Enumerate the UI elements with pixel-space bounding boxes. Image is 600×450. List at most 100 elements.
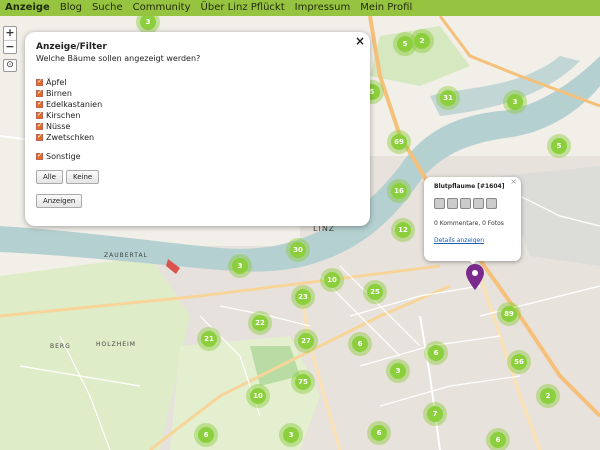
nav-blog[interactable]: Blog xyxy=(55,0,87,16)
checkbox-checked-icon[interactable] xyxy=(36,99,43,108)
option-label: Kirschen xyxy=(46,111,81,120)
select-all-button[interactable]: Alle xyxy=(36,170,63,184)
tree-cluster[interactable]: 31 xyxy=(436,86,460,110)
tree-cluster[interactable]: 23 xyxy=(291,285,315,309)
cluster-count: 89 xyxy=(501,306,517,322)
tree-cluster[interactable]: 5 xyxy=(547,134,571,158)
checkbox-checked-icon[interactable] xyxy=(36,151,43,160)
filter-title: Anzeige/Filter xyxy=(36,42,107,52)
tree-cluster[interactable]: 3 xyxy=(503,90,527,114)
cluster-count: 21 xyxy=(201,331,217,347)
close-icon[interactable]: × xyxy=(355,34,365,48)
select-button-row: Alle Keine xyxy=(36,170,359,184)
cluster-count: 2 xyxy=(540,388,556,404)
option-label: Äpfel xyxy=(46,78,67,87)
select-none-button[interactable]: Keine xyxy=(66,170,100,184)
cluster-count: 27 xyxy=(298,333,314,349)
close-icon[interactable]: × xyxy=(510,177,517,186)
basket-icon[interactable] xyxy=(473,198,484,209)
cluster-count: 23 xyxy=(295,289,311,305)
nav-suche[interactable]: Suche xyxy=(87,0,128,16)
filter-option-nuesse[interactable]: Nüsse xyxy=(36,121,359,132)
rating-stars[interactable] xyxy=(434,198,511,209)
crosshair-icon[interactable]: ⊙ xyxy=(3,59,17,72)
tree-cluster[interactable]: 69 xyxy=(387,130,411,154)
filter-option-sonstige[interactable]: Sonstige xyxy=(36,151,359,162)
cluster-count: 6 xyxy=(198,427,214,443)
tree-cluster[interactable]: 56 xyxy=(507,350,531,374)
tree-cluster[interactable]: 3 xyxy=(279,423,303,447)
tree-popup: × Blutpflaume [#1604] 0 Kommentare, 0 Fo… xyxy=(424,177,521,264)
filter-panel: × Anzeige/Filter Welche Bäume sollen ang… xyxy=(25,32,370,226)
cluster-count: 75 xyxy=(295,374,311,390)
tree-cluster[interactable]: 6 xyxy=(486,428,510,450)
tree-cluster[interactable]: 30 xyxy=(286,238,310,262)
tree-cluster[interactable]: 3 xyxy=(228,254,252,278)
basket-icon[interactable] xyxy=(486,198,497,209)
cluster-count: 3 xyxy=(390,363,406,379)
nav-community[interactable]: Community xyxy=(128,0,196,16)
filter-option-birnen[interactable]: Birnen xyxy=(36,88,359,99)
tree-cluster[interactable]: 6 xyxy=(424,341,448,365)
tree-cluster[interactable]: 89 xyxy=(497,302,521,326)
basket-icon[interactable] xyxy=(447,198,458,209)
option-label: Edelkastanien xyxy=(46,100,103,109)
tree-cluster[interactable]: 6 xyxy=(348,332,372,356)
checkbox-checked-icon[interactable] xyxy=(36,88,43,97)
filter-option-edelkastanien[interactable]: Edelkastanien xyxy=(36,99,359,110)
checkbox-checked-icon[interactable] xyxy=(36,110,43,119)
cluster-count: 3 xyxy=(283,427,299,443)
tree-cluster[interactable]: 2 xyxy=(410,29,434,53)
tree-cluster[interactable]: 12 xyxy=(391,218,415,242)
nav-impressum[interactable]: Impressum xyxy=(290,0,356,16)
tree-cluster[interactable]: 25 xyxy=(363,280,387,304)
tree-cluster[interactable]: 2 xyxy=(536,384,560,408)
nav-ueber[interactable]: Über Linz Pflückt xyxy=(196,0,290,16)
option-label: Birnen xyxy=(46,89,72,98)
checkbox-checked-icon[interactable] xyxy=(36,77,43,86)
tree-cluster[interactable]: 6 xyxy=(194,423,218,447)
filter-option-aepfel[interactable]: Äpfel xyxy=(36,77,359,88)
zoom-in-button[interactable]: + xyxy=(4,27,16,40)
tree-cluster[interactable]: 6 xyxy=(367,421,391,445)
cluster-count: 7 xyxy=(427,406,443,422)
tree-cluster[interactable]: 27 xyxy=(294,329,318,353)
nav-mein-profil[interactable]: Mein Profil xyxy=(355,0,417,16)
filter-question: Welche Bäume sollen angezeigt werden? xyxy=(36,54,201,63)
filter-option-kirschen[interactable]: Kirschen xyxy=(36,110,359,121)
basket-icon[interactable] xyxy=(434,198,445,209)
popup-info: 0 Kommentare, 0 Fotos xyxy=(434,220,504,227)
zoom-out-button[interactable]: − xyxy=(4,40,16,53)
checkbox-checked-icon[interactable] xyxy=(36,121,43,130)
tree-cluster[interactable]: 75 xyxy=(291,370,315,394)
tree-cluster[interactable]: 22 xyxy=(248,311,272,335)
cluster-count: 10 xyxy=(250,388,266,404)
tree-cluster[interactable]: 10 xyxy=(320,268,344,292)
cluster-count: 6 xyxy=(352,336,368,352)
zoom-control: + − xyxy=(3,26,17,54)
cluster-count: 10 xyxy=(324,272,340,288)
option-label: Sonstige xyxy=(46,152,81,161)
cluster-count: 5 xyxy=(551,138,567,154)
top-nav: Anzeige Blog Suche Community Über Linz P… xyxy=(0,0,600,16)
basket-icon[interactable] xyxy=(460,198,471,209)
option-label: Zwetschken xyxy=(46,133,95,142)
tree-cluster[interactable]: 16 xyxy=(387,179,411,203)
tree-cluster[interactable]: 7 xyxy=(423,402,447,426)
map-label-holzheim: HOLZHEIM xyxy=(96,341,136,348)
cluster-count: 69 xyxy=(391,134,407,150)
cluster-count: 2 xyxy=(414,33,430,49)
popup-title: Blutpflaume [#1604] xyxy=(434,183,505,190)
checkbox-checked-icon[interactable] xyxy=(36,132,43,141)
cluster-count: 3 xyxy=(140,16,156,30)
tree-cluster[interactable]: 21 xyxy=(197,327,221,351)
tree-cluster[interactable]: 10 xyxy=(246,384,270,408)
map-label-berg: BERG xyxy=(50,343,71,350)
nav-anzeige[interactable]: Anzeige xyxy=(0,0,55,16)
cluster-count: 6 xyxy=(371,425,387,441)
filter-option-zwetschken[interactable]: Zwetschken xyxy=(36,132,359,143)
apply-filter-button[interactable]: Anzeigen xyxy=(36,194,83,208)
tree-cluster[interactable]: 3 xyxy=(386,359,410,383)
option-label: Nüsse xyxy=(46,122,71,131)
details-link[interactable]: Details anzeigen xyxy=(434,237,484,244)
